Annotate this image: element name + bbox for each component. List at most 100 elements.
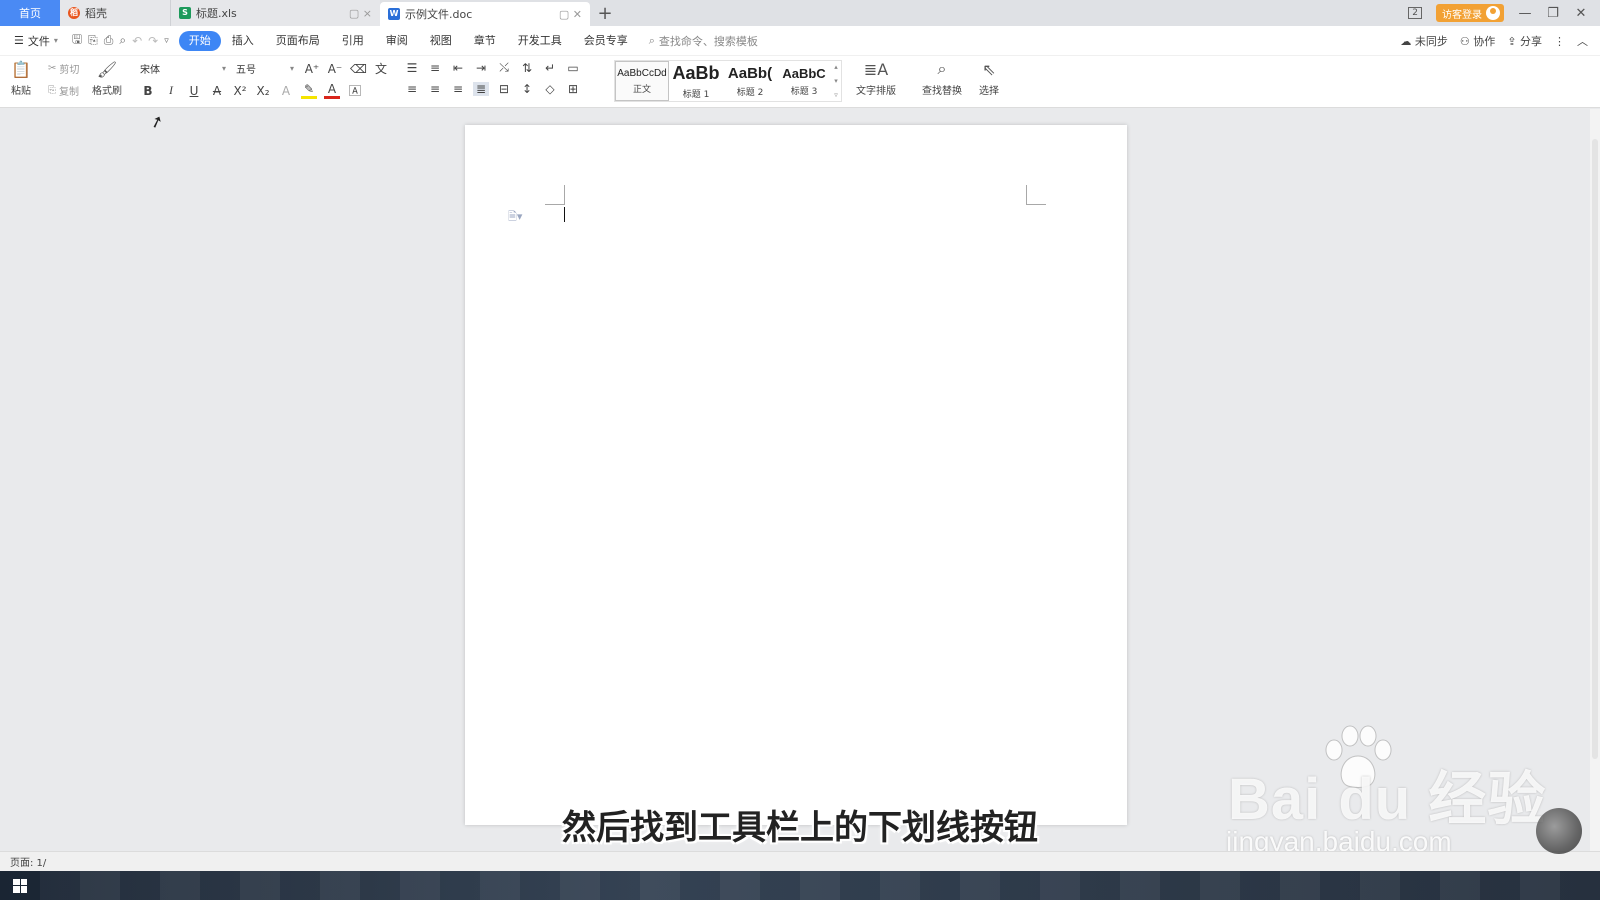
menu-tab-references[interactable]: 引用 — [331, 31, 375, 51]
tab-document[interactable]: W 示例文件.doc ▢ ✕ — [380, 2, 590, 26]
menu-tab-member[interactable]: 会员专享 — [573, 31, 639, 51]
minimize-icon[interactable]: — — [1518, 6, 1532, 21]
customize-qat-icon[interactable]: ▿ — [164, 36, 169, 46]
style-heading2-caption: 标题 2 — [736, 87, 764, 98]
copy-icon: ⎘ — [48, 85, 56, 96]
table-tools-icon[interactable]: ▭ — [565, 61, 581, 75]
format-painter-label: 格式刷 — [92, 86, 122, 97]
command-search[interactable]: ⌕ 查找命令、搜索模板 — [649, 33, 758, 49]
shading-icon[interactable]: ◇ — [542, 82, 558, 96]
print-preview-icon[interactable]: ⌕ — [119, 33, 126, 48]
numbered-list-icon[interactable]: ≡ — [427, 61, 443, 75]
align-right-icon[interactable]: ≡ — [450, 82, 466, 96]
phonetic-guide-icon[interactable]: 文 — [373, 60, 389, 77]
justify-icon[interactable]: ≣ — [473, 82, 489, 96]
font-name-select[interactable]: 宋体 ▾ — [136, 59, 230, 77]
borders-icon[interactable]: ⊞ — [565, 82, 581, 96]
font-color-icon[interactable]: A — [324, 82, 340, 99]
avatar-icon — [1486, 6, 1500, 20]
format-painter-button[interactable]: 🖌 格式刷 — [92, 58, 122, 98]
restore-icon[interactable]: ❐ — [1546, 6, 1560, 21]
menu-tab-home[interactable]: 开始 — [178, 30, 221, 51]
decrease-indent-icon[interactable]: ⇤ — [450, 61, 466, 75]
menu-tabs: 开始 插入 页面布局 引用 审阅 视图 章节 开发工具 会员专享 — [178, 30, 639, 51]
bullet-list-icon[interactable]: ☰ — [404, 61, 420, 75]
scrollbar-thumb[interactable] — [1592, 139, 1598, 759]
chinese-layout-icon[interactable]: ⤯ — [496, 60, 512, 75]
select-button[interactable]: ⇖ 选择 — [978, 58, 1000, 98]
vertical-scrollbar[interactable] — [1590, 109, 1600, 851]
start-button[interactable] — [0, 871, 40, 900]
align-center-icon[interactable]: ≡ — [427, 82, 443, 96]
tab-close-icon[interactable]: ▢ ✕ — [559, 8, 582, 21]
style-normal[interactable]: AaBbCcDd 正文 — [615, 61, 669, 101]
file-menu[interactable]: ☰ 文件 ▾ — [0, 33, 64, 49]
menu-tab-page-layout[interactable]: 页面布局 — [265, 31, 331, 51]
chevron-down-icon[interactable]: ▾ — [834, 77, 838, 85]
sort-icon[interactable]: ⇅ — [519, 61, 535, 75]
tab-spreadsheet[interactable]: S 标题.xls ▢ × — [170, 0, 380, 26]
menu-tab-developer[interactable]: 开发工具 — [507, 31, 573, 51]
page-indicator[interactable]: 页面: 1/ — [10, 854, 46, 869]
undo-icon[interactable]: ↶ — [132, 34, 142, 48]
style-heading2[interactable]: AaBb( 标题 2 — [723, 61, 777, 101]
close-window-icon[interactable]: ✕ — [1574, 6, 1588, 21]
superscript-icon[interactable]: X² — [232, 84, 248, 98]
increase-indent-icon[interactable]: ⇥ — [473, 61, 489, 75]
guest-login-button[interactable]: 访客登录 — [1436, 4, 1504, 22]
align-left-icon[interactable]: ≡ — [404, 82, 420, 96]
char-border-icon[interactable]: 🄰 — [347, 82, 363, 99]
menu-tab-insert[interactable]: 插入 — [221, 31, 265, 51]
text-layout-button[interactable]: ≣A 文字排版 — [856, 58, 896, 98]
save-icon[interactable]: 🖫 — [72, 30, 82, 51]
underline-icon[interactable]: U — [186, 84, 202, 98]
paste-button[interactable]: 📋 粘贴 — [10, 58, 32, 98]
export-icon[interactable]: ⎘ — [88, 33, 98, 48]
tab-close-icon[interactable]: ▢ × — [349, 7, 372, 20]
word-doc-icon: W — [388, 8, 400, 20]
line-spacing-icon[interactable]: ↕ — [519, 82, 535, 96]
grow-font-icon[interactable]: A⁺ — [304, 62, 320, 76]
more-icon[interactable]: ⋮ — [1554, 35, 1565, 48]
shrink-font-icon[interactable]: A⁻ — [327, 62, 343, 76]
file-menu-label: 文件 — [27, 34, 50, 48]
page-count-icon[interactable]: 2 — [1408, 7, 1422, 19]
paragraph-options-icon[interactable]: 🗎▾ — [508, 208, 522, 227]
style-gallery-scroll[interactable]: ▴ ▾ ▿ — [831, 61, 841, 101]
text-effect-icon[interactable]: A — [278, 84, 294, 98]
chevron-up-icon[interactable]: ▴ — [834, 63, 838, 71]
new-tab-button[interactable]: + — [590, 0, 620, 26]
collaborate-button[interactable]: ⚇ 协作 — [1460, 33, 1495, 49]
share-button[interactable]: ⇪ 分享 — [1507, 33, 1542, 49]
bold-icon[interactable]: B — [140, 84, 156, 98]
strikethrough-icon[interactable]: A — [209, 84, 225, 98]
italic-icon[interactable]: I — [163, 83, 179, 98]
subscript-icon[interactable]: X₂ — [255, 84, 271, 98]
document-page[interactable]: 🗎▾ — [465, 125, 1127, 825]
search-icon: ⌕ — [648, 33, 655, 47]
redo-icon[interactable]: ↷ — [148, 34, 158, 48]
distributed-icon[interactable]: ⊟ — [496, 82, 512, 96]
print-icon[interactable]: ⎙ — [104, 33, 114, 48]
menu-tab-section[interactable]: 章节 — [463, 31, 507, 51]
sync-button[interactable]: ☁ 未同步 — [1400, 33, 1448, 49]
style-heading1-caption: 标题 1 — [682, 89, 710, 100]
style-heading3[interactable]: AaBbC 标题 3 — [777, 61, 831, 101]
highlight-icon[interactable]: ✎ — [301, 82, 317, 99]
ribbon: 📋 粘贴 ✂ 剪切 ⎘ 复制 🖌 格式刷 宋体 ▾ 五号 ▾ A⁺ A⁻ ⌫ 文… — [0, 56, 1600, 108]
tab-home[interactable]: 首页 — [0, 0, 60, 26]
expand-gallery-icon[interactable]: ▿ — [834, 91, 838, 99]
copy-button[interactable]: ⎘ 复制 — [48, 83, 79, 98]
font-size-select[interactable]: 五号 ▾ — [232, 59, 298, 77]
cut-button[interactable]: ✂ 剪切 — [48, 61, 79, 76]
clear-format-icon[interactable]: ⌫ — [350, 62, 367, 76]
menu-tab-review[interactable]: 审阅 — [375, 31, 419, 51]
tab-docer[interactable]: 稻 稻壳 — [60, 0, 170, 26]
show-marks-icon[interactable]: ↵ — [542, 61, 558, 75]
style-heading1[interactable]: AaBb 标题 1 — [669, 61, 723, 101]
windows-icon — [13, 878, 27, 893]
collapse-ribbon-icon[interactable]: ︿ — [1577, 33, 1588, 49]
menu-tab-view[interactable]: 视图 — [419, 31, 463, 51]
tab-document-label: 示例文件.doc — [405, 8, 473, 21]
find-replace-button[interactable]: ⌕ 查找替换 — [922, 58, 962, 97]
